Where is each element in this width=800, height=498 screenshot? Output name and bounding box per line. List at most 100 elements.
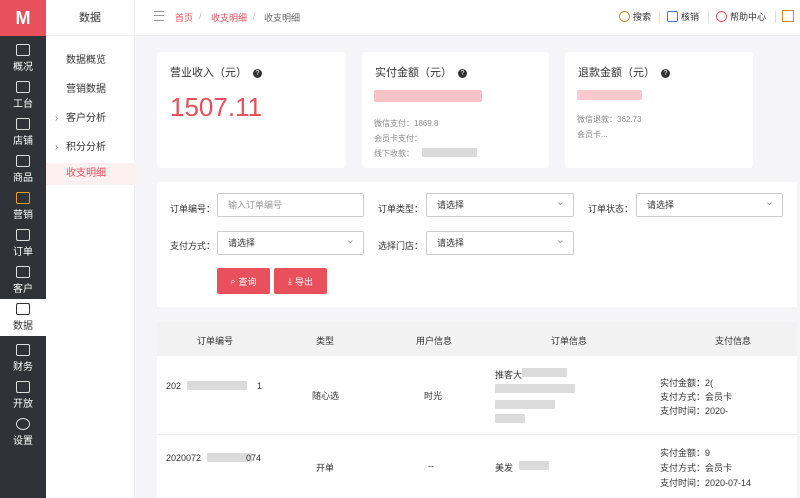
paid-amount-card: 实付金额（元）? 微信支付：1869.8 会员卡支付： 线下收款： [362, 52, 549, 168]
type-cell: 开单 [316, 463, 335, 473]
open-icon [16, 381, 30, 393]
help-icon [716, 11, 727, 22]
divider [708, 11, 709, 23]
finance-icon [16, 344, 30, 356]
workbench-icon [16, 81, 30, 93]
column-header-pay-info: 支付信息 [715, 336, 752, 346]
export-button[interactable]: ⤓ 导出 [274, 268, 327, 294]
app-logo: M [0, 0, 46, 36]
order-type-label: 订单类型： [378, 204, 424, 214]
rail-label: 概况 [13, 62, 33, 73]
offline-pay-row: 线下收款： [374, 149, 414, 158]
search-icon: ⌕ [230, 275, 236, 286]
help-circle-icon[interactable]: ? [253, 69, 262, 78]
rail-label: 营销 [13, 210, 33, 221]
order-no-cell: 202 [166, 381, 182, 391]
rail-item-shop[interactable]: 店铺 [0, 114, 46, 151]
main-nav-rail: M 概况 工台 店铺 商品 营销 订单 客户 数据 财务 开放 设置 [0, 0, 46, 498]
sub-sidebar: 数据 数据概览 营销数据 客户分析 积分分析 收支明细 [46, 0, 135, 498]
report-icon[interactable] [782, 10, 794, 22]
download-icon: ⤓ [288, 275, 292, 286]
order-status-label: 订单状态： [588, 204, 634, 214]
refund-amount-card: 退款金额（元）? 微信退款：362.73 会员卡... [565, 52, 753, 168]
column-header-order-no: 订单编号 [197, 336, 234, 346]
rail-item-finance[interactable]: 财务 [0, 340, 46, 377]
refund-title: 退款金额（元）? [578, 64, 670, 80]
scan-icon [667, 11, 678, 22]
sidebar-item-customer-analysis[interactable]: 客户分析 [46, 108, 135, 130]
overview-icon [16, 44, 30, 56]
rail-label: 设置 [13, 436, 33, 447]
menu-toggle-icon[interactable] [154, 11, 164, 21]
rail-label: 工台 [13, 99, 33, 110]
verify-button[interactable]: 核销 [667, 10, 699, 23]
help-circle-icon[interactable]: ? [458, 69, 467, 78]
rail-item-customer[interactable]: 客户 [0, 262, 46, 299]
verify-label: 核销 [681, 12, 700, 22]
sidebar-item-income-expense[interactable]: 收支明细 [46, 163, 135, 185]
rail-label: 财务 [13, 362, 33, 373]
rail-item-open[interactable]: 开放 [0, 377, 46, 414]
masked-value [519, 461, 549, 470]
sidebar-item-data-overview[interactable]: 数据概览 [46, 50, 135, 72]
masked-value [522, 368, 567, 377]
goods-icon [16, 155, 30, 167]
data-icon [16, 303, 30, 315]
rail-item-goods[interactable]: 商品 [0, 151, 46, 188]
order-no-label: 订单编号： [170, 204, 216, 214]
column-header-type: 类型 [316, 336, 335, 346]
masked-value [577, 90, 642, 100]
marketing-icon [16, 192, 30, 204]
transactions-table: 订单编号 类型 用户信息 订单信息 支付信息 202 1 随心选 时光 推客大 … [157, 322, 797, 498]
order-no-cell: 2020072 [166, 453, 202, 463]
pay-method-cell: 支付方式：会员卡 [660, 392, 733, 402]
column-header-order-info: 订单信息 [551, 336, 588, 346]
customer-icon [16, 266, 30, 278]
revenue-value: 1507.11 [170, 92, 263, 122]
order-status-select[interactable]: 请选择 [636, 191, 783, 217]
table-header: 订单编号 类型 用户信息 订单信息 支付信息 [157, 322, 797, 356]
rail-label: 店铺 [13, 136, 33, 147]
revenue-title: 营业收入（元）? [170, 64, 262, 80]
sidebar-item-points-analysis[interactable]: 积分分析 [46, 137, 135, 159]
masked-value [187, 381, 247, 390]
rail-item-settings[interactable]: 设置 [0, 414, 46, 451]
wechat-pay-row: 微信支付：1869.8 [374, 119, 439, 128]
rail-item-marketing[interactable]: 营销 [0, 188, 46, 225]
masked-value [495, 400, 555, 409]
top-bar: 首页 / 收支明细 / 收支明细 搜索 核销 帮助中心 [135, 0, 800, 36]
rail-label: 开放 [13, 399, 33, 410]
rail-item-data[interactable]: 数据 [0, 299, 46, 336]
member-refund-row: 会员卡... [577, 130, 608, 139]
pay-amount-cell: 实付金额：2( [660, 378, 714, 388]
row-divider [157, 434, 797, 435]
breadcrumb-separator: / [253, 11, 256, 21]
breadcrumb-parent[interactable]: 收支明细 [211, 11, 247, 24]
rail-item-overview[interactable]: 概况 [0, 40, 46, 77]
pay-amount-cell: 实付金额：9 [660, 448, 711, 458]
rail-item-order[interactable]: 订单 [0, 225, 46, 262]
search-button[interactable]: 搜索 [619, 10, 651, 23]
pay-method-select[interactable]: 请选择 [217, 229, 364, 255]
revenue-card: 营业收入（元）? 1507.11 [157, 52, 346, 168]
rail-label: 订单 [13, 247, 33, 258]
breadcrumb-home[interactable]: 首页 [175, 11, 193, 24]
query-button[interactable]: ⌕ 查询 [217, 268, 270, 294]
help-label: 帮助中心 [730, 12, 767, 22]
breadcrumb-separator: / [199, 11, 202, 21]
masked-value [374, 90, 482, 102]
order-type-select[interactable]: 请选择 [426, 191, 574, 217]
order-no-input[interactable]: 输入订单编号 [217, 193, 364, 217]
help-circle-icon[interactable]: ? [661, 69, 670, 78]
order-info-cell: 美发 [495, 463, 514, 473]
order-info-cell: 推客大 [495, 370, 523, 380]
divider [775, 11, 776, 23]
help-center-button[interactable]: 帮助中心 [716, 10, 766, 23]
store-label: 选择门店： [378, 241, 424, 251]
search-icon [619, 11, 630, 22]
rail-item-workbench[interactable]: 工台 [0, 77, 46, 114]
sidebar-item-marketing-data[interactable]: 营销数据 [46, 79, 135, 101]
wechat-refund-row: 微信退款：362.73 [577, 115, 642, 124]
user-cell: -- [428, 461, 434, 471]
store-select[interactable]: 请选择 [426, 229, 574, 255]
